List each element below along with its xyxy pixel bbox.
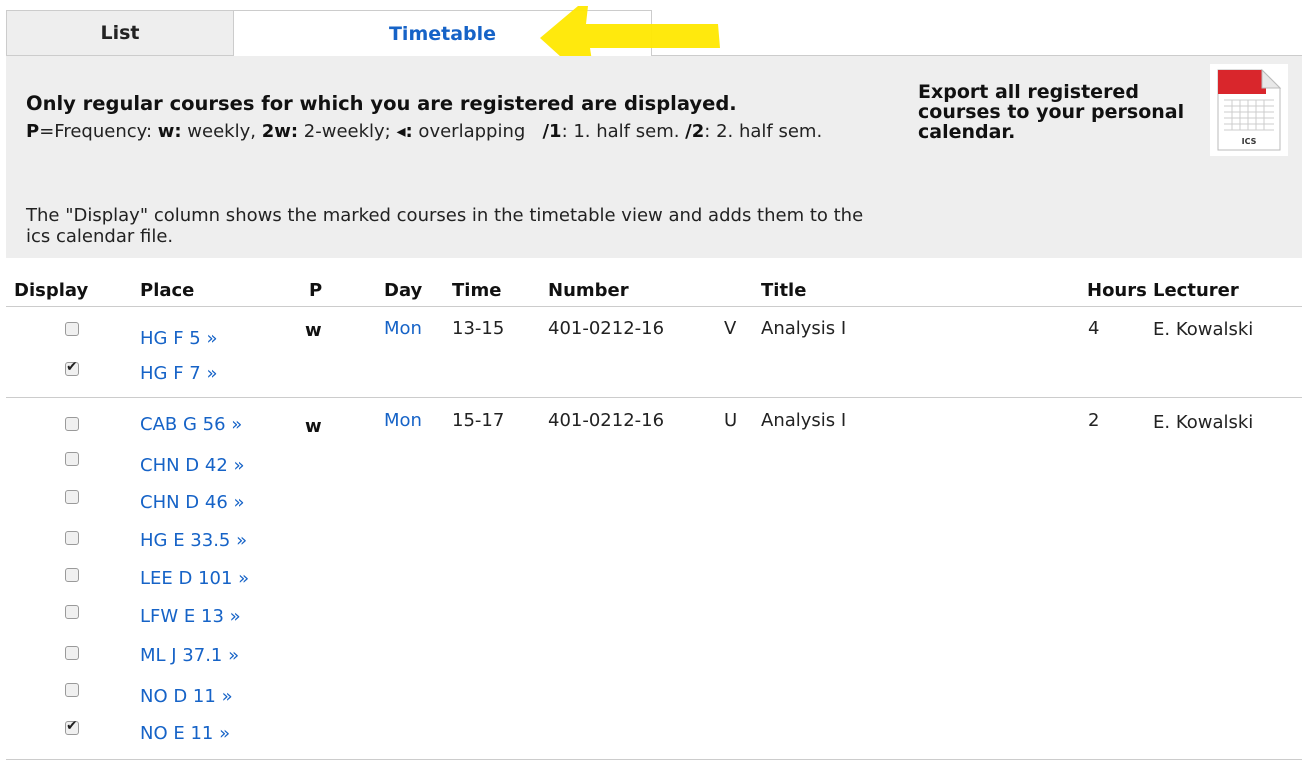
lecturer-name: E. Kowalski: [1153, 319, 1254, 340]
ics-calendar-icon[interactable]: ICS: [1210, 64, 1288, 156]
display-checkbox[interactable]: [65, 605, 79, 619]
display-checkbox[interactable]: [65, 568, 79, 582]
col-header-p: P: [309, 280, 323, 301]
frequency-legend: P=Frequency: w: weekly, 2w: 2-weekly; ◂:…: [26, 121, 866, 143]
display-checkbox[interactable]: [65, 359, 79, 376]
hours-value: 2: [1088, 410, 1100, 431]
place-link[interactable]: LEE D 101 »: [140, 568, 249, 589]
col-header-time: Time: [452, 280, 502, 301]
col-header-place: Place: [140, 280, 195, 301]
display-checkbox[interactable]: [65, 531, 79, 545]
frequency-value: w: [305, 320, 322, 341]
col-header-lecturer: Lecturer: [1153, 280, 1239, 301]
legend-w: w:: [157, 121, 182, 142]
legend-p: P: [26, 121, 40, 142]
course-number: 401-0212-16: [548, 318, 665, 339]
lecturer-name: E. Kowalski: [1153, 412, 1254, 433]
col-header-display: Display: [14, 280, 89, 301]
place-link[interactable]: HG F 7 »: [140, 363, 217, 384]
place-link[interactable]: ML J 37.1 »: [140, 645, 239, 666]
course-type: V: [724, 318, 737, 339]
legend-half2-text: : 2. half sem.: [704, 121, 823, 142]
place-link[interactable]: HG F 5 »: [140, 328, 217, 349]
tab-list[interactable]: List: [6, 10, 234, 56]
info-panel: Only regular courses for which you are r…: [6, 56, 1302, 258]
course-title: Analysis I: [761, 410, 847, 431]
col-header-title: Title: [761, 280, 807, 301]
place-link[interactable]: HG E 33.5 »: [140, 530, 247, 551]
legend-half2: /2: [685, 121, 705, 142]
legend-2w-text: 2-weekly;: [298, 121, 397, 142]
hours-value: 4: [1088, 318, 1100, 339]
display-checkbox[interactable]: [65, 718, 79, 735]
display-checkbox[interactable]: [65, 646, 79, 660]
time-value: 13-15: [452, 318, 505, 339]
display-checkbox[interactable]: [65, 683, 79, 697]
export-calendar-link[interactable]: Export all registered courses to your pe…: [918, 82, 1218, 142]
legend-half1: /1: [542, 121, 562, 142]
overlap-icon: ◂:: [396, 121, 413, 142]
legend-w-text: weekly,: [181, 121, 262, 142]
place-link[interactable]: LFW E 13 »: [140, 606, 241, 627]
row-divider: [6, 397, 1302, 398]
place-link[interactable]: NO D 11 »: [140, 686, 233, 707]
place-link[interactable]: NO E 11 »: [140, 723, 230, 744]
col-header-number: Number: [548, 280, 629, 301]
legend-overlap-text: overlapping: [412, 121, 543, 142]
display-checkbox[interactable]: [65, 452, 79, 466]
course-number: 401-0212-16: [548, 410, 665, 431]
legend-2w: 2w:: [261, 121, 299, 142]
display-checkbox[interactable]: [65, 490, 79, 504]
day-link[interactable]: Mon: [384, 410, 422, 431]
course-title: Analysis I: [761, 318, 847, 339]
display-note: The "Display" column shows the marked co…: [26, 205, 864, 247]
place-link[interactable]: CHN D 46 »: [140, 492, 245, 513]
ics-label: ICS: [1242, 137, 1257, 146]
header-divider: [6, 306, 1302, 307]
time-value: 15-17: [452, 410, 505, 431]
legend-frequency-label: =Frequency:: [39, 121, 158, 142]
day-link[interactable]: Mon: [384, 318, 422, 339]
display-checkbox[interactable]: [65, 322, 79, 336]
col-header-day: Day: [384, 280, 423, 301]
place-link[interactable]: CAB G 56 »: [140, 414, 242, 435]
info-title: Only regular courses for which you are r…: [26, 92, 737, 115]
frequency-value: w: [305, 416, 322, 437]
course-type: U: [724, 410, 738, 431]
legend-half1-text: : 1. half sem.: [561, 121, 686, 142]
col-header-hours: Hours: [1087, 280, 1147, 301]
display-checkbox[interactable]: [65, 417, 79, 431]
row-divider: [6, 759, 1302, 760]
place-link[interactable]: CHN D 42 »: [140, 455, 245, 476]
